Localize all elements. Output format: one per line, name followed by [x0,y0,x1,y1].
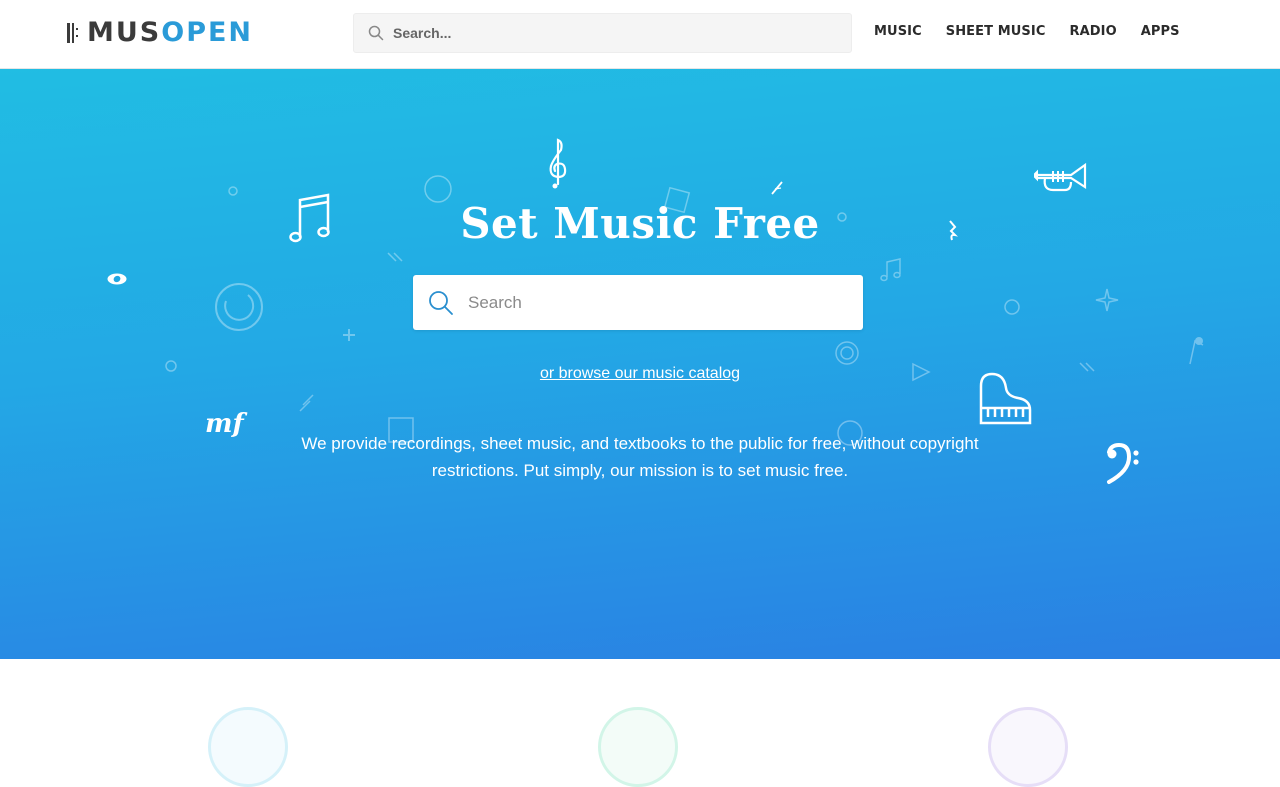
treble-clef-icon [549,138,567,189]
mf-dynamics-mark: mf [205,409,244,439]
hero-search-box[interactable] [413,275,863,330]
logo-text-mus: MUS [87,17,162,48]
logo-text: MUSOPEN [87,19,253,47]
hero-title: Set Music Free [460,199,820,248]
header-search-box[interactable] [353,13,852,53]
whole-note-icon [107,273,127,285]
browse-catalog-row: or browse our music catalog [0,365,1280,383]
logo-text-open: OPEN [161,17,254,48]
musopen-logo[interactable]: MUSOPEN [67,19,253,47]
features-section [0,659,1280,787]
feature-circle-textbooks [988,707,1068,787]
slash-mark-icon [771,181,783,195]
site-header: MUSOPEN MUSIC SHEET MUSIC RADIO APPS [0,0,1280,69]
hero-section: mf Set Music Free or browse our music ca… [0,69,1280,659]
bass-clef-icon [1107,443,1139,484]
background-shapes [165,175,1204,446]
hero-search-input[interactable] [468,292,828,313]
nav-item-radio[interactable]: RADIO [1069,24,1116,39]
search-icon [368,25,384,41]
feature-circle-recordings [208,707,288,787]
header-search-input[interactable] [393,25,813,41]
nav-item-music[interactable]: MUSIC [874,24,922,39]
main-nav: MUSIC SHEET MUSIC RADIO APPS [874,24,1204,39]
search-icon [429,290,453,315]
feature-circle-sheet-music [598,707,678,787]
browse-catalog-link[interactable]: or browse our music catalog [540,365,740,382]
nav-item-apps[interactable]: APPS [1141,24,1180,39]
logo-mark-icon [67,21,83,45]
nav-item-sheet-music[interactable]: SHEET MUSIC [946,24,1046,39]
trumpet-icon [1034,162,1087,192]
mission-statement: We provide recordings, sheet music, and … [301,434,979,480]
